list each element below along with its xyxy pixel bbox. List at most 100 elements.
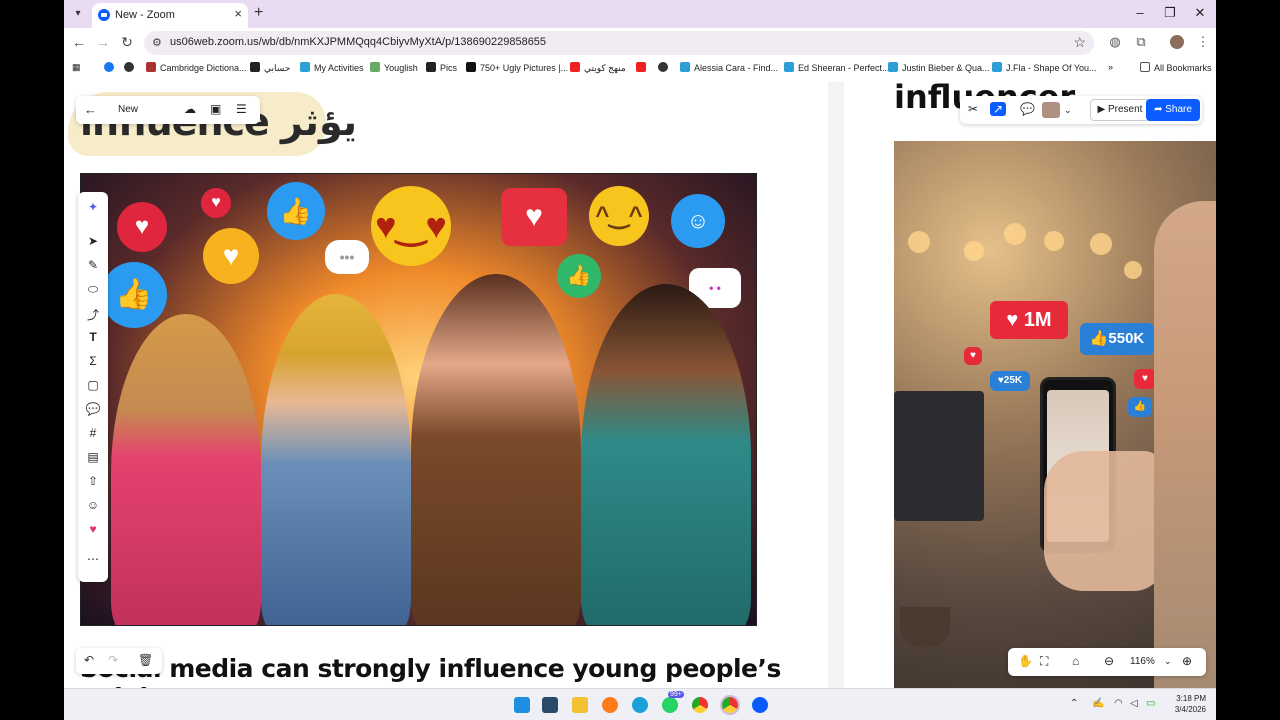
bookmark-pics[interactable]: Pics	[426, 62, 457, 73]
comments-icon[interactable]: 💬	[1020, 102, 1035, 116]
illustration-kids-phones[interactable]: ♥ ♥ 👍 ♥‿♥ ♥ ^‿^ ☺ ♥ 👍 ••• 👍 • •	[80, 173, 757, 626]
bookmark-cambridge[interactable]: Cambridge Dictiona...	[146, 62, 247, 73]
undo-icon[interactable]: ↶	[84, 653, 94, 667]
cloud-icon[interactable]: ☁	[184, 102, 196, 116]
ai-companion-icon[interactable]: ✂	[968, 102, 978, 116]
redo-icon[interactable]: ↷	[108, 653, 118, 667]
present-button[interactable]: ▶ Present	[1090, 99, 1150, 121]
pen-tool-icon[interactable]: ✎	[78, 258, 108, 272]
profile-avatar[interactable]	[1170, 35, 1184, 49]
board-name[interactable]: New	[118, 104, 138, 115]
delete-icon[interactable]: 🗑	[138, 653, 153, 667]
bookmark-activities[interactable]: My Activities	[300, 62, 364, 73]
tab-active[interactable]: New - Zoom ×	[92, 3, 248, 28]
show-hidden-icons[interactable]: ⌃	[1070, 698, 1078, 709]
back-button[interactable]: ←	[70, 34, 88, 50]
board-page-right[interactable]: influencer ✂ ↗ 💬 ⌄ ▶ Present ➦ Share ♥ 1…	[844, 82, 1216, 688]
template-tool-icon[interactable]: ▤	[78, 450, 108, 464]
chrome-icon[interactable]	[692, 697, 708, 713]
shapes-tool-icon[interactable]: ⬭	[78, 282, 108, 297]
thumbs-up-icon: 👍	[267, 182, 325, 240]
more-bookmarks-icon[interactable]: »	[1108, 62, 1113, 72]
zoom-app-icon[interactable]	[752, 697, 768, 713]
photo-phone-likes[interactable]: ♥ 1M 👍550K ♥25K ♥ ♥ 👍	[894, 141, 1216, 688]
fit-screen-icon[interactable]: ⛶	[1040, 654, 1048, 669]
whiteboard-canvas[interactable]: influence يؤثر ← New ☁ ▣ ☰ ♥ ♥ 👍 ♥‿♥ ♥ ^…	[64, 82, 1216, 688]
system-clock[interactable]: 3:18 PM 3/4/2026	[1175, 693, 1206, 715]
bookmark-ugly-pictures[interactable]: 750+ Ugly Pictures |...	[466, 62, 568, 73]
bookmark-alessia[interactable]: Alessia Cara - Find...	[680, 62, 778, 73]
forward-button[interactable]: →	[94, 34, 112, 50]
hamburger-menu-icon[interactable]: ☰	[236, 102, 247, 116]
close-window-button[interactable]: ✕	[1190, 5, 1210, 21]
thumbs-bubble: 👍550K	[1080, 323, 1154, 355]
share-button[interactable]: ➦ Share	[1146, 99, 1200, 121]
bookmark-youtube[interactable]	[636, 62, 650, 73]
select-tool-icon[interactable]: ➤	[78, 234, 108, 248]
more-tools-icon[interactable]: ⋯	[78, 552, 108, 566]
caption-text[interactable]: Social media can strongly influence youn…	[80, 654, 828, 688]
bookmark-youglish[interactable]: Youglish	[370, 62, 418, 73]
site-info-icon[interactable]: ⚙	[152, 36, 162, 49]
back-arrow-icon[interactable]: ←	[84, 102, 97, 117]
firefox-icon[interactable]	[602, 697, 618, 713]
bookmark-justin[interactable]: Justin Bieber & Qua...	[888, 62, 990, 73]
minimap-icon[interactable]: ⌂	[1072, 654, 1079, 668]
hand-pan-icon[interactable]: ✋	[1018, 654, 1033, 668]
bookmark-star-icon[interactable]: ☆	[1073, 34, 1086, 51]
zoom-level[interactable]: 116%	[1130, 656, 1155, 667]
frame-tool-icon[interactable]: #	[78, 426, 108, 440]
reload-button[interactable]: ↻	[118, 34, 136, 51]
formula-tool-icon[interactable]: Σ	[78, 354, 108, 368]
sticky-note-tool-icon[interactable]: ▢	[78, 378, 108, 392]
thumbs-up-green-icon: 👍	[557, 254, 601, 298]
chevron-down-icon[interactable]: ⌄	[1064, 105, 1072, 116]
connector-tool-icon[interactable]: ⤴	[78, 306, 108, 323]
bookmark-kuwaiti[interactable]: منهج كويتي	[570, 62, 626, 74]
text-tool-icon[interactable]: T	[78, 330, 108, 344]
emoji-tool-icon[interactable]: ☺	[78, 498, 108, 512]
bokeh-light	[1004, 223, 1026, 245]
pen-tray-icon[interactable]: ✍	[1092, 698, 1104, 709]
task-view-icon[interactable]	[542, 697, 558, 713]
new-tab-button[interactable]: +	[254, 4, 263, 22]
comment-tool-icon[interactable]: 💬	[78, 402, 108, 416]
maximize-button[interactable]: ❐	[1160, 5, 1180, 21]
tab-search-icon[interactable]: ▾	[70, 6, 86, 22]
all-bookmarks[interactable]: All Bookmarks	[1140, 62, 1212, 73]
battery-icon[interactable]: ▭	[1146, 698, 1155, 709]
upload-tool-icon[interactable]: ⇧	[78, 474, 108, 488]
minimize-button[interactable]: –	[1130, 5, 1150, 20]
participants-avatar[interactable]	[1042, 102, 1060, 118]
volume-icon[interactable]: ◁	[1130, 698, 1138, 709]
pages-icon[interactable]: ▣	[210, 102, 221, 116]
bookmark-account[interactable]: حسابي	[250, 62, 290, 74]
apps-icon[interactable]: ▦	[72, 62, 81, 73]
board-page-left[interactable]: influence يؤثر ← New ☁ ▣ ☰ ♥ ♥ 👍 ♥‿♥ ♥ ^…	[64, 82, 828, 688]
whatsapp-icon[interactable]	[662, 697, 678, 713]
file-explorer-icon[interactable]	[572, 697, 588, 713]
bookmark-facebook[interactable]	[104, 62, 118, 73]
hand	[1044, 451, 1164, 591]
translate-icon[interactable]: ◍	[1106, 34, 1124, 50]
address-bar[interactable]: ⚙ us06web.zoom.us/wb/db/nmKXJPMMQqq4Cbiy…	[144, 31, 1094, 55]
close-tab-icon[interactable]: ×	[234, 6, 242, 21]
collaborate-icon[interactable]: ↗	[990, 102, 1007, 116]
extensions-icon[interactable]: ⧉	[1132, 34, 1150, 50]
menu-icon[interactable]: ⋮	[1194, 34, 1212, 50]
bookmark-jfla[interactable]: J.Fla - Shape Of You...	[992, 62, 1097, 73]
bokeh-light	[1044, 231, 1064, 251]
chrome-active-icon[interactable]	[720, 695, 740, 715]
kid-boy-hoodie	[411, 274, 581, 625]
bookmark-globe-2[interactable]	[658, 62, 672, 73]
edge-icon[interactable]	[632, 697, 648, 713]
app-tool-icon[interactable]: ♥	[78, 522, 108, 536]
start-icon[interactable]	[514, 697, 530, 713]
zoom-out-icon[interactable]: ⊖	[1104, 654, 1114, 668]
zoom-in-icon[interactable]: ⊕	[1182, 654, 1192, 668]
bookmark-globe[interactable]	[124, 62, 138, 73]
bookmark-ed-sheeran[interactable]: Ed Sheeran - Perfect...	[784, 62, 890, 73]
wifi-icon[interactable]: ◠	[1114, 698, 1123, 709]
ai-sparkle-icon[interactable]: ✦	[78, 200, 108, 214]
zoom-dropdown-icon[interactable]: ⌄	[1164, 656, 1172, 667]
